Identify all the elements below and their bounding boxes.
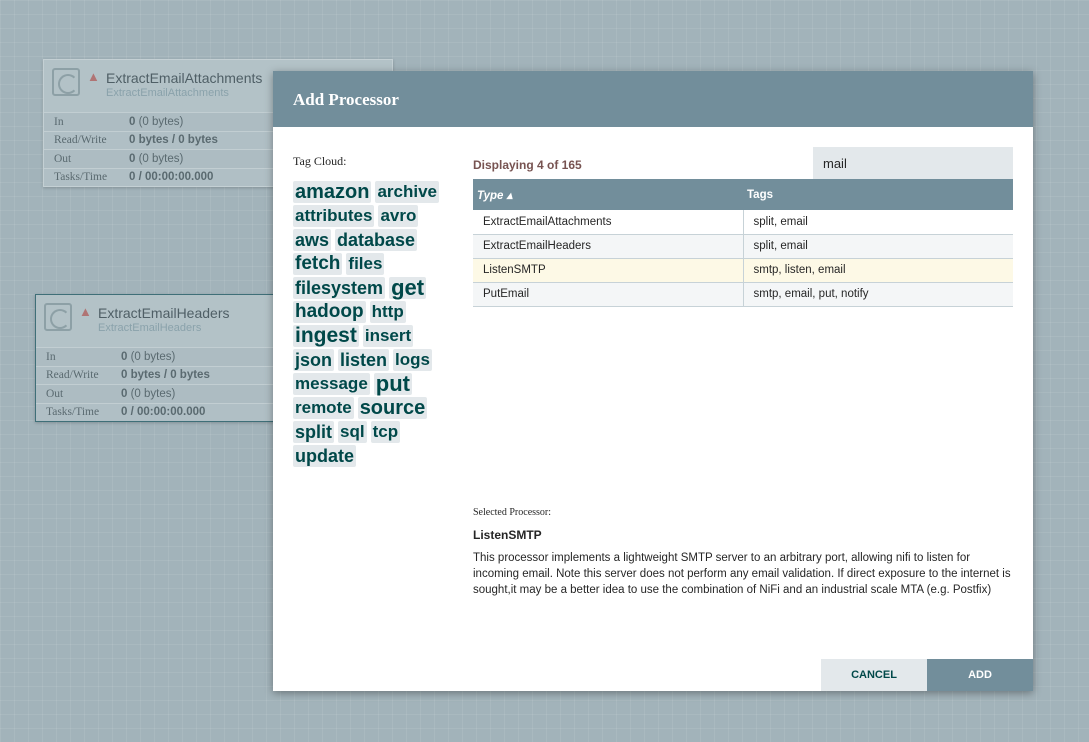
stat-label: Out (54, 152, 72, 165)
add-button[interactable]: ADD (927, 659, 1033, 691)
tag-cloud-label: Tag Cloud: (293, 154, 347, 168)
table-row[interactable]: PutEmail smtp, email, put, notify (473, 282, 1013, 307)
stat-label: In (46, 350, 56, 363)
selected-processor-name: ListenSMTP (473, 528, 542, 542)
tag-listen[interactable]: listen (338, 349, 390, 371)
tag-files[interactable]: files (346, 253, 385, 275)
tag-ingest[interactable]: ingest (293, 325, 359, 347)
tag-remote[interactable]: remote (293, 397, 354, 419)
row-tags: smtp, email, put, notify (742, 282, 1013, 307)
stat-value: 0 / 00:00:00.000 (121, 406, 206, 419)
stat-label: In (54, 115, 64, 128)
tag-tcp[interactable]: tcp (370, 421, 401, 443)
tag-http[interactable]: http (369, 301, 406, 323)
tag-hadoop[interactable]: hadoop (293, 301, 366, 323)
stat-value: 0 bytes / 0 bytes (129, 134, 218, 147)
tag-json[interactable]: json (293, 349, 335, 371)
row-type: ExtractEmailHeaders (473, 234, 743, 259)
processor-icon (52, 68, 80, 96)
processor-name: ExtractEmailHeaders (98, 305, 230, 321)
processor-type: ExtractEmailHeaders (98, 322, 202, 334)
tag-source[interactable]: source (357, 397, 428, 419)
warning-icon: ▲ (87, 69, 100, 84)
tag-get[interactable]: get (389, 277, 427, 299)
stat-value: 0 / 00:00:00.000 (129, 171, 214, 184)
tag-amazon[interactable]: amazon (293, 181, 372, 203)
selected-processor-label: Selected Processor: (473, 507, 552, 518)
add-processor-dialog: Add Processor Tag Cloud: amazon archive at… (273, 71, 1033, 691)
stat-label: Out (46, 387, 64, 400)
warning-icon: ▲ (79, 304, 92, 319)
table-row[interactable]: ListenSMTP smtp, listen, email (473, 258, 1013, 283)
selected-processor-description: This processor implements a lightweight … (473, 552, 1011, 596)
tag-logs[interactable]: logs (393, 349, 432, 371)
tag-filesystem[interactable]: filesystem (293, 277, 386, 299)
tag-update[interactable]: update (293, 445, 357, 467)
cancel-button[interactable]: CANCEL (821, 659, 927, 691)
tag-database[interactable]: database (335, 229, 418, 251)
table-row[interactable]: ExtractEmailAttachments split, email (473, 210, 1013, 235)
displaying-count: Displaying 4 of 165 (473, 158, 582, 172)
row-type: ListenSMTP (473, 258, 743, 283)
stat-value: 0 bytes / 0 bytes (121, 369, 210, 382)
stat-suffix: (0 bytes) (135, 115, 184, 128)
stat-label: Read/Write (46, 369, 99, 382)
row-tags: split, email (742, 210, 1013, 235)
row-type: PutEmail (473, 282, 743, 307)
processor-name: ExtractEmailAttachments (106, 70, 263, 86)
column-tags[interactable]: Tags (743, 179, 1013, 210)
tag-insert[interactable]: insert (362, 325, 414, 347)
tag-cloud: amazon archive attributes avro aws database fe… (293, 181, 453, 467)
row-type: ExtractEmailAttachments (473, 210, 743, 235)
stat-suffix: (0 bytes) (127, 387, 176, 400)
column-type[interactable]: Type ▴ (473, 179, 743, 210)
tag-attributes[interactable]: attributes (293, 205, 375, 227)
tag-archive[interactable]: archive (375, 181, 440, 203)
stat-label: Read/Write (54, 134, 107, 147)
stat-label: Tasks/Time (46, 406, 100, 419)
tag-fetch[interactable]: fetch (293, 253, 343, 275)
stat-label: Tasks/Time (54, 171, 108, 184)
tag-message[interactable]: message (293, 373, 370, 395)
tag-avro[interactable]: avro (378, 205, 419, 227)
tag-split[interactable]: split (293, 421, 335, 443)
filter-input[interactable] (813, 147, 1013, 179)
table-row[interactable]: ExtractEmailHeaders split, email (473, 234, 1013, 259)
tag-aws[interactable]: aws (293, 229, 332, 251)
processor-icon (44, 303, 72, 331)
stat-suffix: (0 bytes) (127, 350, 176, 363)
processor-type: ExtractEmailAttachments (106, 87, 229, 99)
processor-table: Type ▴ Tags ExtractEmailAttachments split… (473, 179, 1013, 307)
row-tags: split, email (742, 234, 1013, 259)
tag-sql[interactable]: sql (338, 421, 367, 443)
row-tags: smtp, listen, email (742, 258, 1013, 283)
tag-put[interactable]: put (373, 373, 412, 395)
dialog-title: Add Processor (273, 71, 1033, 127)
stat-suffix: (0 bytes) (135, 152, 184, 165)
